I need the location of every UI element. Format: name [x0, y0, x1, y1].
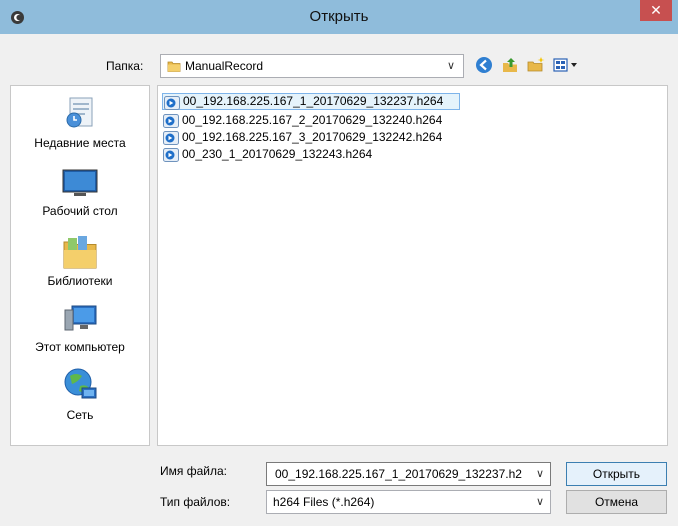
window-title: Открыть [309, 8, 369, 25]
desktop-icon [62, 169, 98, 196]
close-icon: ✕ [650, 2, 662, 18]
libraries-icon [63, 236, 97, 269]
network-icon [64, 368, 97, 399]
back-icon [476, 57, 492, 73]
place-label: Этот компьютер [35, 340, 125, 354]
video-file-icon [163, 114, 179, 128]
place-network[interactable]: Сеть [11, 364, 149, 428]
filetype-select[interactable]: h264 Files (*.h264) ∨ [266, 490, 551, 514]
lookin-combobox[interactable]: ManualRecord ∨ [160, 54, 464, 78]
video-file-icon [163, 131, 179, 145]
chevron-down-icon: ∨ [446, 60, 455, 72]
filetype-value: h264 Files (*.h264) [273, 495, 375, 509]
place-recent[interactable]: Недавние места [11, 92, 149, 156]
filename-input[interactable]: 00_192.168.225.167_1_20170629_132237.h2 … [266, 462, 551, 486]
chevron-down-icon[interactable]: ∨ [536, 463, 544, 485]
view-menu-icon [553, 58, 577, 72]
place-computer[interactable]: Этот компьютер [11, 296, 149, 360]
file-item[interactable]: 00_192.168.225.167_3_20170629_132242.h26… [162, 129, 442, 146]
file-name: 00_192.168.225.167_3_20170629_132242.h26… [182, 130, 443, 144]
title-bar[interactable]: Открыть ✕ [0, 0, 678, 34]
folder-icon [167, 61, 181, 72]
filetype-label: Тип файлов: [160, 495, 231, 509]
up-folder-button[interactable] [500, 55, 520, 75]
place-label: Недавние места [34, 136, 126, 150]
file-name: 00_230_1_20170629_132243.h264 [182, 147, 373, 161]
file-name: 00_192.168.225.167_1_20170629_132237.h26… [183, 94, 444, 108]
place-label: Сеть [66, 408, 94, 422]
place-label: Библиотеки [47, 274, 113, 288]
place-libraries[interactable]: Библиотеки [11, 230, 149, 294]
place-label: Рабочий стол [42, 204, 118, 218]
view-menu-button[interactable] [552, 55, 580, 75]
cancel-button[interactable]: Отмена [566, 490, 667, 514]
back-button[interactable] [474, 55, 494, 75]
file-name: 00_192.168.225.167_2_20170629_132240.h26… [182, 113, 443, 127]
new-folder-icon [527, 57, 545, 72]
places-bar: Недавние места Рабочий стол Библиотеки Э… [10, 85, 150, 446]
filename-value: 00_192.168.225.167_1_20170629_132237.h2 [275, 467, 522, 481]
lookin-label: Папка: [106, 59, 144, 73]
close-button[interactable]: ✕ [640, 0, 672, 21]
chevron-down-icon: ∨ [535, 496, 544, 508]
recent-places-icon [66, 97, 93, 128]
video-file-icon [164, 96, 180, 110]
computer-icon [64, 305, 97, 331]
file-item[interactable]: 00_230_1_20170629_132243.h264 [162, 146, 372, 163]
place-desktop[interactable]: Рабочий стол [11, 160, 149, 224]
open-file-dialog: Открыть ✕ Папка: ManualRecord ∨ Недавние… [0, 0, 678, 526]
filename-label: Имя файла: [160, 464, 227, 478]
lookin-value: ManualRecord [185, 59, 264, 73]
file-item[interactable]: 00_192.168.225.167_2_20170629_132240.h26… [162, 112, 442, 129]
file-item[interactable]: 00_192.168.225.167_1_20170629_132237.h26… [162, 93, 460, 110]
video-file-icon [163, 148, 179, 162]
up-folder-icon [503, 58, 517, 72]
open-button[interactable]: Открыть [566, 462, 667, 486]
file-list[interactable]: 00_192.168.225.167_1_20170629_132237.h26… [157, 85, 668, 446]
new-folder-button[interactable] [526, 55, 546, 75]
